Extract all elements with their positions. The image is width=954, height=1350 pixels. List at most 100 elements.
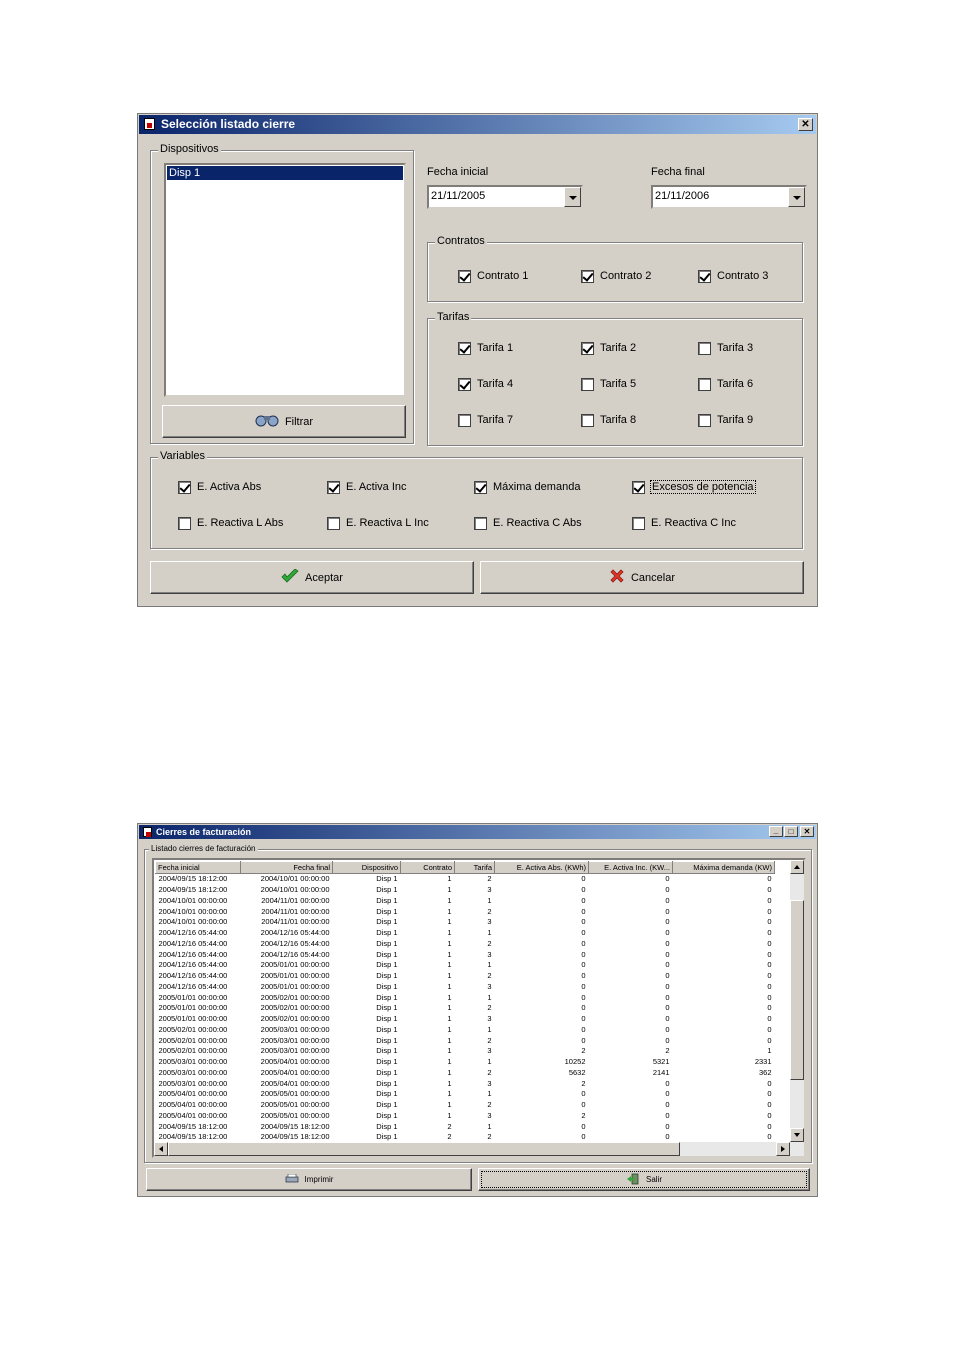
tarifa-1-checkbox[interactable]: Tarifa 1 <box>458 341 513 355</box>
contrato-2-checkbox[interactable]: Contrato 2 <box>581 269 651 283</box>
scroll-left-icon[interactable] <box>154 1142 168 1156</box>
column-header[interactable]: E. Activa Abs. (KWh) <box>494 861 589 874</box>
print-button[interactable]: Imprimir <box>146 1168 472 1191</box>
table-cell: 0 <box>767 949 772 959</box>
table-cell: 1 <box>767 1046 772 1056</box>
column-header[interactable]: Máxima demanda (KW) <box>672 861 775 874</box>
tarifa-8-checkbox[interactable]: Tarifa 8 <box>581 413 636 427</box>
filter-button[interactable]: Filtrar <box>162 405 406 438</box>
column-header[interactable]: E. Activa Inc. (KW... <box>588 861 673 874</box>
table-row[interactable]: 2004/12/16 05:44:00 2005/01/01 00:00:00 Di… <box>156 960 775 971</box>
table-row[interactable]: 2004/12/16 05:44:00 2004/12/16 05:44:00 Di… <box>156 928 775 939</box>
excesos-potencia-checkbox[interactable]: Excesos de potencia <box>632 480 756 494</box>
table-row[interactable]: 2005/03/01 00:00:00 2005/04/01 00:00:00 Di… <box>156 1078 775 1089</box>
filter-button-label: Filtrar <box>284 415 314 428</box>
contrato-3-checkbox[interactable]: Contrato 3 <box>698 269 768 283</box>
e-reactiva-l-inc-checkbox[interactable]: E. Reactiva L Inc <box>327 516 429 530</box>
table-row[interactable]: 2004/09/15 18:12:00 2004/09/15 18:12:00 Di… <box>156 1121 775 1132</box>
table-row[interactable]: 2004/12/16 05:44:00 2004/12/16 05:44:00 Di… <box>156 949 775 960</box>
vertical-scroll-thumb[interactable] <box>790 900 804 1080</box>
maxima-demanda-checkbox[interactable]: Máxima demanda <box>474 480 580 494</box>
table-row[interactable]: 2004/12/16 05:44:00 2004/12/16 05:44:00 Di… <box>156 939 775 950</box>
tarifa-7-checkbox[interactable]: Tarifa 7 <box>458 413 513 427</box>
device-list[interactable]: Disp 1 <box>164 163 406 397</box>
table-row[interactable]: 2005/04/01 00:00:00 2005/05/01 00:00:00 Di… <box>156 1089 775 1100</box>
table-cell: 2005/01/01 00:00:00 <box>158 992 228 1002</box>
report-grid: Fecha inicial Fecha final Dispositivo Contr… <box>155 861 775 1143</box>
table-row[interactable]: 2005/02/01 00:00:00 2005/03/01 00:00:00 Di… <box>156 1025 775 1036</box>
scroll-right-icon[interactable] <box>776 1142 790 1156</box>
tarifa-5-checkbox[interactable]: Tarifa 5 <box>581 377 636 391</box>
checkbox-empty-icon <box>698 413 711 427</box>
selection-dialog: Selección listado cierre ✕ Dispositivos … <box>137 113 818 607</box>
tarifa-3-checkbox[interactable]: Tarifa 3 <box>698 341 753 355</box>
table-cell: 2005/05/01 00:00:00 <box>260 1089 330 1099</box>
scroll-up-icon[interactable] <box>790 860 804 874</box>
column-header[interactable]: Tarifa <box>454 861 495 874</box>
e-reactiva-c-abs-checkbox[interactable]: E. Reactiva C Abs <box>474 516 582 530</box>
table-cell: 1 <box>487 928 492 938</box>
table-row[interactable]: 2005/01/01 00:00:00 2005/02/01 00:00:00 Di… <box>156 1003 775 1014</box>
tarifa-2-checkbox[interactable]: Tarifa 2 <box>581 341 636 355</box>
cancel-button[interactable]: Cancelar <box>480 561 804 594</box>
table-row[interactable]: 2005/04/01 00:00:00 2005/05/01 00:00:00 Di… <box>156 1111 775 1122</box>
fecha-final-combo[interactable]: 21/11/2006 <box>651 185 807 209</box>
table-cell: 2005/04/01 00:00:00 <box>158 1100 228 1110</box>
e-reactiva-c-inc-checkbox[interactable]: E. Reactiva C Inc <box>632 516 736 530</box>
table-row[interactable]: 2005/02/01 00:00:00 2005/03/01 00:00:00 Di… <box>156 1035 775 1046</box>
chevron-down-icon[interactable] <box>788 187 805 207</box>
exit-button[interactable]: Salir <box>478 1168 810 1191</box>
maximize-button[interactable]: □ <box>784 826 798 837</box>
contrato-1-checkbox[interactable]: Contrato 1 <box>458 269 528 283</box>
table-cell: 0 <box>665 1089 670 1099</box>
table-row[interactable]: 2005/04/01 00:00:00 2005/05/01 00:00:00 Di… <box>156 1100 775 1111</box>
e-activa-inc-checkbox[interactable]: E. Activa Inc <box>327 480 407 494</box>
accept-button[interactable]: Aceptar <box>150 561 474 594</box>
table-cell: 0 <box>581 1003 586 1013</box>
table-row[interactable]: 2005/01/01 00:00:00 2005/02/01 00:00:00 Di… <box>156 1014 775 1025</box>
table-cell: Disp 1 <box>376 917 398 927</box>
table-cell: 2004/11/01 00:00:00 <box>261 906 330 916</box>
minimize-button[interactable]: _ <box>769 826 783 837</box>
table-row[interactable]: 2004/10/01 00:00:00 2004/11/01 00:00:00 Di… <box>156 917 775 928</box>
table-row[interactable]: 2005/02/01 00:00:00 2005/03/01 00:00:00 Di… <box>156 1046 775 1057</box>
column-header[interactable]: Contrato <box>400 861 455 874</box>
scroll-down-icon[interactable] <box>790 1128 804 1142</box>
tarifa-9-checkbox[interactable]: Tarifa 9 <box>698 413 753 427</box>
close-button[interactable]: ✕ <box>800 826 814 837</box>
table-row[interactable]: 2004/09/15 18:12:00 2004/10/01 00:00:00 Di… <box>156 874 775 885</box>
close-button[interactable]: ✕ <box>798 118 813 131</box>
vertical-scrollbar[interactable] <box>790 860 804 1142</box>
table-cell: 0 <box>767 917 772 927</box>
tarifa-6-checkbox[interactable]: Tarifa 6 <box>698 377 753 391</box>
table-row[interactable]: 2004/12/16 05:44:00 2005/01/01 00:00:00 Di… <box>156 982 775 993</box>
horizontal-scroll-thumb[interactable] <box>168 1142 680 1156</box>
table-row[interactable]: 2005/03/01 00:00:00 2005/04/01 00:00:00 Di… <box>156 1068 775 1079</box>
table-cell: 2005/02/01 00:00:00 <box>158 1024 228 1034</box>
table-cell: 0 <box>581 1035 586 1045</box>
horizontal-scrollbar[interactable] <box>154 1142 804 1156</box>
table-row[interactable]: 2004/12/16 05:44:00 2005/01/01 00:00:00 Di… <box>156 971 775 982</box>
table-cell: 0 <box>581 874 586 884</box>
e-reactiva-l-abs-checkbox[interactable]: E. Reactiva L Abs <box>178 516 283 530</box>
device-list-item[interactable]: Disp 1 <box>167 166 403 180</box>
column-header[interactable]: Dispositivo <box>332 861 401 874</box>
table-cell: 1 <box>447 1057 452 1067</box>
e-activa-abs-checkbox[interactable]: E. Activa Abs <box>178 480 261 494</box>
column-header[interactable]: Fecha inicial <box>155 861 241 874</box>
chevron-down-icon[interactable] <box>564 187 581 207</box>
variables-group-label: Variables <box>158 450 208 462</box>
table-cell: 2004/11/01 00:00:00 <box>261 917 330 927</box>
table-cell: 0 <box>665 1014 670 1024</box>
checkbox-checked-icon <box>581 269 594 283</box>
tarifa-4-checkbox[interactable]: Tarifa 4 <box>458 377 513 391</box>
column-header[interactable]: Fecha final <box>240 861 333 874</box>
table-row[interactable]: 2004/10/01 00:00:00 2004/11/01 00:00:00 Di… <box>156 906 775 917</box>
table-row[interactable]: 2005/03/01 00:00:00 2005/04/01 00:00:00 Di… <box>156 1057 775 1068</box>
fecha-inicial-combo[interactable]: 21/11/2005 <box>427 185 583 209</box>
table-row[interactable]: 2005/01/01 00:00:00 2005/02/01 00:00:00 Di… <box>156 992 775 1003</box>
table-row[interactable]: 2004/09/15 18:12:00 2004/10/01 00:00:00 Di… <box>156 885 775 896</box>
report-table[interactable]: Fecha inicial Fecha final Dispositivo Contr… <box>152 858 806 1158</box>
table-row[interactable]: 2004/10/01 00:00:00 2004/11/01 00:00:00 Di… <box>156 896 775 907</box>
table-cell: 0 <box>665 917 670 927</box>
